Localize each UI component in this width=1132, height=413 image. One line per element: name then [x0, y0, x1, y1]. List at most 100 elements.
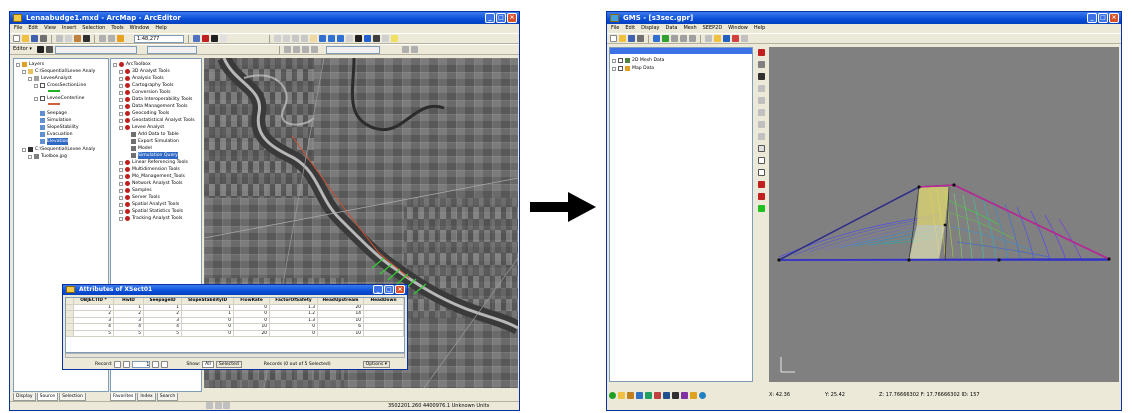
tree-2d-mesh-data[interactable]: 2D Mesh Data	[612, 57, 664, 64]
cut-icon[interactable]	[56, 35, 63, 42]
toolbox-item[interactable]: Data Interoperability Tools	[119, 96, 192, 103]
table-cell[interactable]: 6	[318, 324, 364, 330]
maximize-button[interactable]: □	[384, 285, 394, 294]
column-header[interactable]: FactorOfSafety	[270, 298, 318, 304]
options-button[interactable]: Options ▾	[362, 361, 391, 368]
expand-icon[interactable]	[119, 76, 123, 81]
measure-icon[interactable]	[382, 35, 389, 42]
sketch-properties-icon[interactable]	[310, 46, 318, 53]
toc-elevation[interactable]: Elevation	[40, 138, 69, 145]
toc-leveecenterline[interactable]: LeveeCenterline	[34, 95, 84, 102]
record-input[interactable]: 1	[132, 361, 151, 368]
table-cell[interactable]: 3	[74, 317, 114, 323]
triangle-tool-icon[interactable]	[757, 133, 765, 140]
collapse-icon[interactable]	[22, 69, 26, 74]
copy-icon[interactable]	[65, 35, 72, 42]
menu-seep2d[interactable]: SEEP2D	[703, 24, 723, 33]
toolbox-item[interactable]: Model	[131, 145, 152, 152]
menu-display[interactable]: Display	[641, 24, 659, 33]
georef-link-icon[interactable]	[410, 46, 418, 53]
table-cell[interactable]: 4	[114, 324, 144, 330]
expand-icon[interactable]	[119, 174, 123, 179]
column-header[interactable]: HeadDown	[364, 298, 404, 304]
new-icon[interactable]	[610, 35, 617, 42]
expand-icon[interactable]	[119, 188, 123, 193]
pan-icon[interactable]	[689, 35, 696, 42]
row-selector[interactable]	[66, 311, 74, 317]
scatter2d-module-icon[interactable]	[654, 391, 661, 399]
column-header[interactable]: FlowRate	[234, 298, 270, 304]
color-ramp-icon[interactable]	[732, 35, 739, 42]
find-icon[interactable]	[373, 35, 380, 42]
drag-tool-icon[interactable]	[757, 193, 765, 200]
toolbox-item[interactable]: Analysis Tools	[119, 75, 164, 82]
table-cell[interactable]: 1	[114, 304, 144, 310]
column-header[interactable]: SeepageID	[144, 298, 182, 304]
show-selected-button[interactable]: Selected	[215, 361, 242, 368]
table-cell[interactable]: 0	[234, 317, 270, 323]
table-cell[interactable]	[364, 311, 404, 317]
toc-seepage[interactable]: Seepage	[40, 110, 67, 117]
toolbox-item[interactable]: Server Tools	[119, 194, 160, 201]
display-options-icon[interactable]	[662, 35, 669, 42]
menu-data[interactable]: Data	[666, 24, 678, 33]
toolbox-item[interactable]: Simulation Query	[131, 152, 178, 159]
table-row[interactable]: 5 5 5 0 20 0 10	[66, 330, 404, 337]
row-selector[interactable]	[66, 317, 74, 323]
expand-icon[interactable]	[119, 160, 123, 165]
toolbox-item[interactable]: Spatial Statistics Tools	[119, 208, 183, 215]
rotate-tool-icon[interactable]	[292, 46, 300, 53]
green-tool-icon[interactable]	[757, 205, 765, 212]
toolbox-item[interactable]: Export Simulation	[131, 138, 179, 145]
table-cell[interactable]: 10	[318, 317, 364, 323]
show-all-button[interactable]: All	[202, 361, 214, 368]
hyperlink-icon[interactable]	[391, 35, 398, 42]
zoom-in-icon[interactable]	[274, 35, 281, 42]
row-selector[interactable]	[66, 324, 74, 330]
new-icon[interactable]	[13, 35, 20, 42]
expand-icon[interactable]	[119, 83, 123, 88]
print-icon[interactable]	[637, 35, 644, 42]
table-cell[interactable]: 5	[74, 330, 114, 336]
gis-module-icon[interactable]	[699, 391, 706, 399]
editor-menu[interactable]: Editor ▾	[13, 45, 32, 54]
menu-window[interactable]: Window	[130, 24, 150, 33]
toolbox-item[interactable]: Cartography Tools	[119, 82, 173, 89]
toolbox-item[interactable]: Geostatistical Analyst Tools	[119, 117, 195, 124]
toc-evacuation[interactable]: Evacuation	[40, 131, 73, 138]
menu-help[interactable]: Help	[155, 24, 166, 33]
zoom-icon[interactable]	[680, 35, 687, 42]
minimize-button[interactable]: _	[485, 13, 495, 23]
toolbox-item[interactable]: ArcToolbox	[113, 61, 151, 68]
scale-combo[interactable]: 1:48,277	[134, 34, 184, 43]
save-icon[interactable]	[628, 35, 635, 42]
toolbox-item[interactable]: Network Analyst Tools	[119, 180, 182, 187]
square-tool-icon[interactable]	[757, 169, 765, 176]
minimize-button[interactable]: _	[373, 285, 383, 294]
forward-extent-icon[interactable]	[337, 35, 344, 42]
task-combo[interactable]	[54, 45, 137, 54]
previous-record-button[interactable]	[123, 361, 131, 368]
fixed-zoom-in-icon[interactable]	[292, 35, 299, 42]
table-cell[interactable]: 1	[182, 311, 234, 317]
checkbox-icon[interactable]	[618, 66, 623, 71]
collapse-icon[interactable]	[34, 96, 38, 101]
table-cell[interactable]: 10	[234, 324, 270, 330]
split-tool-icon[interactable]	[283, 46, 291, 53]
table-cell[interactable]: 0	[270, 330, 318, 336]
table-cell[interactable]: 5	[114, 330, 144, 336]
map-module-icon[interactable]	[690, 391, 697, 399]
zoom-out-icon[interactable]	[283, 35, 290, 42]
expand-icon[interactable]	[119, 195, 123, 200]
editor-toolbar-icon[interactable]	[193, 35, 200, 42]
toolbox-item[interactable]: Geocoding Tools	[119, 110, 169, 117]
menu-help[interactable]: Help	[754, 24, 765, 33]
select-node-icon[interactable]	[757, 73, 765, 80]
back-extent-icon[interactable]	[328, 35, 335, 42]
table-cell[interactable]: 20	[234, 330, 270, 336]
close-button[interactable]: ×	[507, 13, 517, 23]
toc-leveeanalyst[interactable]: LeveeAnalyst	[28, 75, 72, 82]
toc-workspace-2[interactable]: C:\Sequential\Levee Analy	[22, 146, 95, 153]
expand-icon[interactable]	[612, 58, 616, 63]
add-data-icon[interactable]	[117, 35, 124, 42]
